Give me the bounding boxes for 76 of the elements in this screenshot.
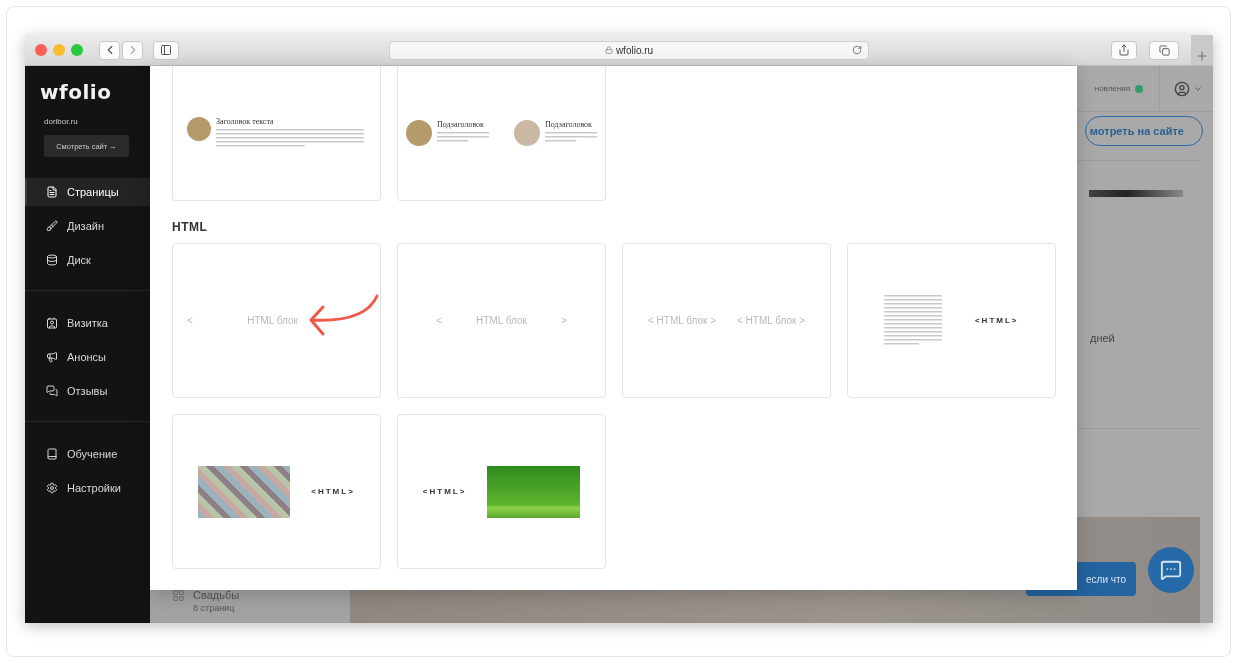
placeholder-text: < — [436, 315, 442, 326]
sidebar-icon — [46, 385, 58, 397]
sidebar-icon — [46, 482, 58, 494]
sidebar-label: Диск — [67, 254, 91, 266]
block-template-card[interactable]: Заголовок текста — [172, 66, 381, 201]
html-tag-text: <HTML> — [311, 487, 355, 496]
card-heading: Подзаголовок — [545, 120, 593, 129]
text-lines-drawing — [884, 294, 943, 347]
sidebar-item[interactable]: Отзывы — [25, 377, 150, 405]
new-tab-area[interactable] — [1191, 35, 1213, 65]
sidebar-icon — [46, 254, 58, 266]
close-icon[interactable] — [35, 44, 47, 56]
text-lines-drawing — [437, 132, 489, 144]
sidebar-item[interactable]: Анонсы — [25, 343, 150, 371]
lock-icon — [604, 46, 613, 54]
share-button[interactable] — [1111, 40, 1137, 60]
user-icon — [1174, 80, 1190, 97]
card-heading: Подзаголовок — [437, 120, 485, 129]
placeholder-text: > — [561, 315, 567, 326]
status-dot — [1135, 84, 1143, 93]
sidebar-label: Анонсы — [67, 351, 106, 363]
placeholder-text: HTML блок — [476, 315, 527, 326]
back-button[interactable] — [99, 40, 120, 60]
sidebar-item[interactable]: Диск — [25, 246, 150, 274]
sidebar-label: Обучение — [67, 448, 118, 460]
card-heading: Заголовок текста — [216, 117, 275, 126]
account-menu[interactable] — [1174, 80, 1203, 97]
status-text: новления — [1093, 84, 1130, 93]
album-subtitle: 8 страниц — [193, 603, 236, 613]
tabs-button[interactable] — [1149, 40, 1179, 60]
forward-button[interactable] — [122, 40, 143, 60]
photo-placeholder — [514, 120, 540, 146]
sidebar-label: Визитка — [67, 317, 108, 329]
domain-text: doribor.ru — [43, 117, 79, 126]
chat-button[interactable] — [1148, 547, 1194, 593]
sidebar-item[interactable]: Визитка — [25, 309, 150, 337]
reload-icon[interactable] — [852, 44, 862, 55]
sidebar-item[interactable]: Страницы — [25, 178, 150, 206]
sidebar-label: Отзывы — [67, 385, 108, 397]
maximize-icon[interactable] — [71, 44, 83, 56]
block-template-card[interactable]: <HTML> — [847, 243, 1056, 398]
block-template-card[interactable]: Подзаголовок Подзаголовок — [397, 66, 606, 201]
address-field[interactable]: wfolio.ru — [389, 40, 869, 60]
body-text: дней — [1090, 332, 1116, 344]
sidebar-item[interactable]: Дизайн — [25, 212, 150, 240]
block-template-card[interactable]: <HTML> — [172, 414, 381, 569]
tabs-icon — [1158, 44, 1170, 56]
text-lines-drawing — [545, 132, 597, 144]
sidebar-label: Настройки — [67, 482, 121, 494]
grid-icon — [172, 589, 185, 602]
placeholder-text: < HTML блок > — [647, 315, 716, 326]
sidebar-icon — [46, 186, 58, 198]
html-tag-text: <HTML> — [974, 316, 1019, 325]
photo-placeholder — [406, 120, 432, 146]
logo[interactable]: wfolio — [25, 80, 150, 104]
placeholder-text: HTML блок — [247, 315, 298, 326]
sidebar-icon — [46, 351, 58, 363]
sidebar-item[interactable]: Обучение — [25, 440, 150, 468]
plus-icon[interactable] — [1195, 49, 1209, 63]
section-heading: HTML — [172, 220, 209, 234]
sidebar-label: Дизайн — [67, 220, 104, 232]
sidebar-icon — [46, 317, 58, 329]
sidebar-icon — [46, 448, 58, 460]
block-template-card[interactable]: <HTML> — [397, 414, 606, 569]
placeholder-text: < HTML блок > — [736, 315, 805, 326]
sidebar-item[interactable]: Настройки — [25, 474, 150, 502]
sidebar-toggle-button[interactable] — [153, 40, 179, 60]
sidebar-label: Страницы — [67, 186, 119, 198]
chat-icon — [1160, 559, 1182, 581]
sidebar-icon — [160, 44, 172, 56]
html-tag-text: <HTML> — [422, 487, 467, 496]
sidebar-icon — [46, 220, 58, 232]
share-icon — [1118, 44, 1130, 56]
minimize-icon[interactable] — [53, 44, 65, 56]
photo-placeholder — [187, 117, 211, 141]
placeholder-text: < — [187, 315, 193, 326]
